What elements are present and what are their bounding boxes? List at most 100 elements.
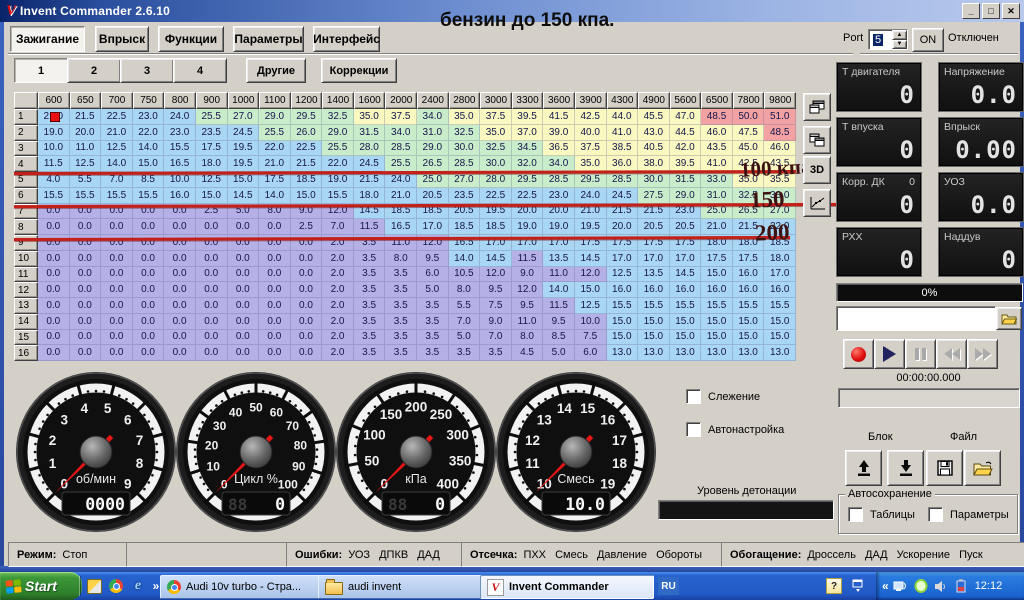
map-row-header[interactable]: 14 [14,314,38,330]
map-cell[interactable]: 48.5 [701,109,733,125]
map-cell[interactable]: 31.0 [417,125,449,141]
map-cell[interactable]: 9.5 [543,314,575,330]
menu-tab-0[interactable]: Зажигание [10,26,85,52]
map-cell[interactable]: 0.0 [196,298,228,314]
map-col-header[interactable]: 1100 [259,92,291,109]
map-cell[interactable]: 48.5 [764,125,796,141]
map-col-header[interactable]: 4900 [638,92,670,109]
map-cell[interactable]: 3.5 [385,267,417,283]
map-cell[interactable]: 0.0 [164,282,196,298]
map-cell[interactable]: 0.0 [38,298,70,314]
map-cell[interactable]: 43.0 [638,125,670,141]
map-col-header[interactable]: 1000 [228,92,260,109]
map-cell[interactable]: 16.0 [164,188,196,204]
map-tab-2[interactable]: 3 [120,58,174,83]
map-cell[interactable]: 16.5 [164,156,196,172]
map-row-header[interactable]: 4 [14,156,38,172]
map-cell[interactable]: 0.0 [259,345,291,361]
map-cell[interactable]: 23.5 [449,188,481,204]
map-cell[interactable]: 23.0 [543,188,575,204]
map-cell[interactable]: 0.0 [38,251,70,267]
map-cell[interactable]: 0.0 [101,345,133,361]
map-cell[interactable]: 0.0 [291,267,323,283]
map-cell[interactable]: 28.0 [480,172,512,188]
map-cell[interactable]: 10.5 [449,267,481,283]
map-cell[interactable]: 45.5 [638,109,670,125]
map-cell[interactable]: 17.5 [196,141,228,157]
map-cell[interactable]: 0.0 [38,282,70,298]
read-from-ecu-button[interactable] [845,450,882,486]
map-cell[interactable]: 0.0 [101,314,133,330]
map-cell[interactable]: 47.5 [733,125,765,141]
map-cell[interactable]: 16.0 [607,282,639,298]
map-cell[interactable]: 0.0 [259,298,291,314]
map-cell[interactable]: 29.5 [512,172,544,188]
map-cell[interactable]: 0.0 [291,251,323,267]
map-row-header[interactable]: 3 [14,141,38,157]
map-cell[interactable]: 0.0 [70,298,102,314]
map-cell[interactable]: 9.5 [512,298,544,314]
map-cell[interactable]: 16.0 [733,267,765,283]
map-cell[interactable]: 22.5 [512,188,544,204]
map-cell[interactable]: 27.0 [449,172,481,188]
map-col-header[interactable]: 3300 [512,92,544,109]
map-row-header[interactable]: 15 [14,330,38,346]
map-cell[interactable]: 3.5 [385,282,417,298]
map-cell[interactable]: 21.5 [70,109,102,125]
map-cell[interactable]: 0.0 [101,267,133,283]
map-cell[interactable]: 29.0 [322,125,354,141]
map-cell[interactable]: 10.0 [38,141,70,157]
map-cell[interactable]: 15.0 [670,314,702,330]
map-cell[interactable]: 21.5 [354,172,386,188]
taskbar-task-2[interactable]: VInvent Commander [480,575,654,599]
map-col-header[interactable]: 2000 [385,92,417,109]
map-cell[interactable]: 15.0 [607,330,639,346]
map-cell[interactable]: 3.5 [385,330,417,346]
map-cell[interactable]: 15.0 [733,314,765,330]
map-col-header[interactable]: 9800 [764,92,796,109]
map-cell[interactable]: 18.0 [196,156,228,172]
map-cell[interactable]: 22.0 [133,125,165,141]
map-cell[interactable]: 34.5 [512,141,544,157]
map-cell[interactable]: 31.5 [670,172,702,188]
map-cell[interactable]: 28.5 [385,141,417,157]
map-row-header[interactable]: 13 [14,298,38,314]
map-cell[interactable]: 27.5 [638,188,670,204]
map-cell[interactable]: 20.0 [607,219,639,235]
map-cell[interactable]: 11.0 [512,314,544,330]
map-cell[interactable]: 13.5 [543,251,575,267]
map-cell[interactable]: 15.5 [701,298,733,314]
map-cell[interactable]: 19.0 [322,172,354,188]
play-button[interactable] [874,339,905,369]
map-cell[interactable]: 3.5 [417,298,449,314]
map-cell[interactable]: 0.0 [228,298,260,314]
map-cell[interactable]: 13.0 [638,345,670,361]
map-cell[interactable]: 13.0 [670,345,702,361]
map-cell[interactable]: 32.5 [322,109,354,125]
map-cell[interactable]: 9.0 [480,314,512,330]
map-cell[interactable]: 0.0 [196,251,228,267]
map-cell[interactable]: 19.5 [228,156,260,172]
map-cell[interactable]: 0.0 [38,314,70,330]
port-spinner[interactable]: 5 ▲ ▼ [868,29,908,50]
map-cell[interactable]: 0.0 [259,267,291,283]
map-cell[interactable]: 0.0 [228,282,260,298]
map-cell[interactable]: 41.5 [543,109,575,125]
map-cell[interactable]: 22.5 [291,141,323,157]
map-col-header[interactable]: 5600 [670,92,702,109]
map-cell[interactable]: 15.0 [291,188,323,204]
map-cell[interactable]: 2.0 [322,282,354,298]
map-cell[interactable]: 0.0 [196,314,228,330]
map-cell[interactable]: 21.0 [259,156,291,172]
map-cell[interactable]: 16.0 [670,282,702,298]
map-cell[interactable]: 0.0 [196,267,228,283]
map-cell[interactable]: 11.0 [543,267,575,283]
map-tab-3[interactable]: 4 [173,58,227,83]
map-cell[interactable]: 15.0 [638,314,670,330]
map-cell[interactable]: 28.5 [449,156,481,172]
map-cell[interactable]: 2.0 [322,345,354,361]
map-cell[interactable]: 0.0 [38,219,70,235]
map-cell[interactable]: 21.5 [291,156,323,172]
map-cell[interactable]: 0.0 [38,267,70,283]
map-cell[interactable]: 35.0 [449,109,481,125]
